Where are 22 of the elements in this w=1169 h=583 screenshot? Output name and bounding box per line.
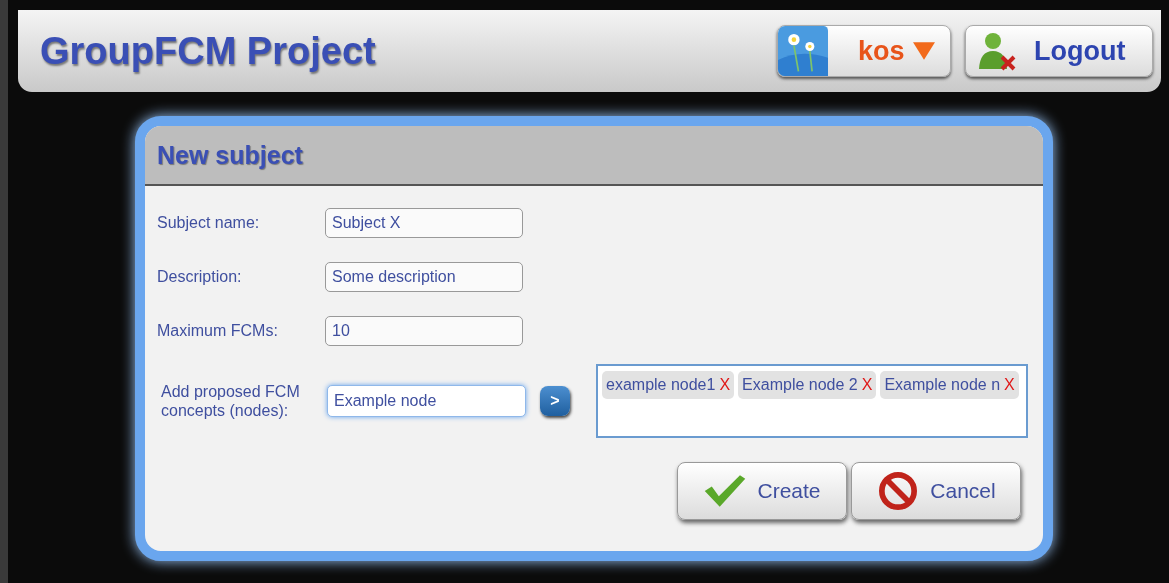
remove-tag-button[interactable]: X bbox=[719, 376, 731, 394]
tag-label: Example node 2 bbox=[742, 376, 858, 394]
logout-button[interactable]: Logout bbox=[965, 25, 1153, 77]
caret-icon bbox=[912, 42, 935, 60]
tag-label: Example node n bbox=[884, 376, 1001, 394]
dialog-title: New subject bbox=[157, 140, 303, 170]
cancel-button[interactable]: Cancel bbox=[851, 462, 1021, 520]
field-label: Description: bbox=[157, 268, 243, 286]
input-field[interactable]: Subject X bbox=[325, 208, 523, 238]
field-label: Subject name: bbox=[157, 214, 261, 232]
input-field[interactable]: Example node bbox=[327, 385, 526, 417]
input-field[interactable]: Some description bbox=[325, 262, 523, 292]
remove-tag-button[interactable]: X bbox=[1004, 376, 1015, 394]
app-title: GroupFCM Project bbox=[40, 29, 376, 73]
tag-label: example node1 bbox=[606, 376, 716, 394]
field-label: Add proposed FCM concepts (nodes): bbox=[161, 382, 301, 420]
create-button[interactable]: Create bbox=[677, 462, 847, 520]
add-button[interactable]: > bbox=[540, 386, 570, 416]
input-field[interactable]: 10 bbox=[325, 316, 523, 346]
remove-tag-button[interactable]: X bbox=[861, 376, 873, 394]
user-remove-icon bbox=[978, 31, 1018, 71]
field-label: Maximum FCMs: bbox=[157, 322, 279, 340]
